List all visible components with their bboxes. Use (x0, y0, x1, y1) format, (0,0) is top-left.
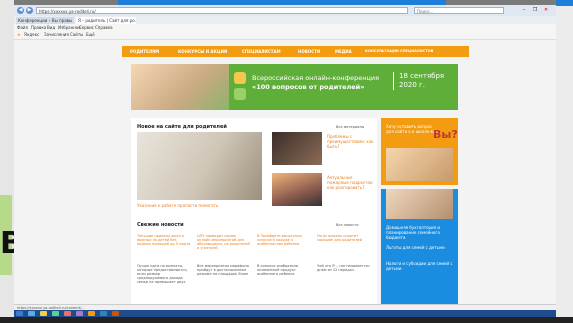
address-toolbar: ◀ ▶ https://xxxxxx.ya-roditeli.ru/ Поиск… (14, 5, 556, 16)
fresh-news-1-title[interactable]: Текущие приказы школ о важных на детей б… (137, 234, 191, 246)
fresh-news-2-text: Все мероприятия марафона пройдут в диста… (197, 264, 249, 276)
menu-edit[interactable]: Правка (31, 24, 46, 31)
app-icon-3[interactable] (76, 311, 83, 316)
fresh-news-4-title[interactable]: На Астрахань спортит хорошее для родител… (317, 234, 371, 242)
nav-contests[interactable]: КОНКУРСЫ И АКЦИИ (178, 46, 227, 57)
side-services: Домашняя бухгалтерия и планирование семе… (381, 189, 458, 304)
bulb-icon (234, 72, 246, 84)
menu-bar: Файл Правка Вид Избранное Сервис Справка (14, 24, 556, 31)
favorites-bar: ★ Яндекс Зачисления Сайты Ещё (14, 31, 556, 40)
fav-yandex[interactable]: Яндекс (24, 31, 39, 39)
main-news-caption[interactable]: Указания к работе пропасти помогать (137, 203, 262, 208)
fav-enroll[interactable]: Зачисления (44, 31, 69, 39)
all-materials-link[interactable]: Все материалы (336, 125, 364, 129)
close-button[interactable]: ✕ (542, 7, 550, 14)
nav-news[interactable]: НОВОСТИ (298, 46, 320, 57)
fav-more[interactable]: Ещё (86, 31, 95, 39)
side-promo-photo (386, 148, 453, 181)
side-promo-text: Хочу оставить вопрос для сайта о в школе… (386, 124, 438, 134)
app-icon-1[interactable] (52, 311, 59, 316)
nav-specialists[interactable]: СПЕЦИАЛИСТАМ (242, 46, 281, 57)
address-field[interactable]: https://xxxxxx.ya-roditeli.ru/ (36, 7, 408, 14)
app-icon-2[interactable] (64, 311, 71, 316)
menu-tools[interactable]: Сервис (79, 24, 94, 31)
star-icon: ★ (17, 32, 21, 37)
nav-media[interactable]: МЕДИА (335, 46, 352, 57)
side-promo-question: Вы? (433, 128, 458, 141)
powerpoint-icon[interactable] (112, 311, 119, 316)
forward-arrow-icon[interactable]: ▶ (26, 7, 33, 14)
word-icon[interactable] (100, 311, 107, 316)
new-section-title: Новое на сайте для родителей (137, 124, 227, 130)
fresh-news-2-title[interactable]: ЦПУ проводит серию онлайн-мероприятий дл… (197, 234, 251, 250)
main-content: Новое на сайте для родителей Все материа… (131, 118, 377, 304)
conference-banner[interactable]: Всероссийская онлайн-конференция «100 во… (131, 64, 458, 110)
browser-search-input[interactable]: Поиск... (414, 7, 504, 14)
news-photo-3[interactable] (272, 173, 322, 206)
fresh-news-3-title[interactable]: В Приобрете выпускных классов в каждое к… (257, 234, 311, 246)
banner-date1: 18 сентября (399, 72, 445, 80)
fresh-news-1-text: Лучше идти на выплаты, которые предостав… (137, 264, 188, 284)
menu-help[interactable]: Справка (95, 24, 113, 31)
slide-right-panel (556, 0, 573, 323)
tab-conferences[interactable]: Конференции – Вы правы ... (16, 17, 74, 24)
nav-parents[interactable]: РОДИТЕЛЯМ (130, 46, 159, 57)
all-news-link[interactable]: Все новости (336, 223, 358, 227)
minimize-button[interactable]: – (520, 7, 528, 14)
banner-date: 18 сентября 2020 г. (393, 72, 457, 90)
family-photo (131, 64, 229, 110)
banner-line1: Всероссийская онлайн-конференция (252, 74, 380, 82)
maximize-button[interactable]: ❐ (531, 7, 539, 14)
side-services-photo (386, 189, 453, 219)
ie-icon[interactable] (28, 311, 35, 316)
slide-bottom-strip (0, 317, 573, 323)
slide-top-right-bar (556, 0, 573, 6)
web-page: РОДИТЕЛЯМ КОНКУРСЫ И АКЦИИ СПЕЦИАЛИСТАМ … (14, 40, 556, 304)
news-main-photo[interactable] (137, 132, 262, 200)
fav-sites[interactable]: Сайты (70, 31, 83, 39)
news-photo-2[interactable] (272, 132, 322, 165)
tab-parents-site[interactable]: Я – родитель | Сайт для ро... (76, 17, 136, 24)
side-promo[interactable]: Хочу оставить вопрос для сайта о в школе… (381, 118, 458, 185)
book-icon (234, 88, 246, 100)
folder-icon[interactable] (40, 311, 47, 316)
menu-view[interactable]: Вид (47, 24, 55, 31)
banner-title: Всероссийская онлайн-конференция «100 во… (252, 74, 412, 92)
banner-date2: 2020 г. (399, 81, 425, 89)
news-item-3-title[interactable]: Актуальные пожарные подросток: как реаги… (327, 175, 375, 190)
taskbar (14, 310, 556, 317)
browser-window: ◀ ▶ https://xxxxxx.ya-roditeli.ru/ Поиск… (14, 5, 556, 317)
nav-consultations[interactable]: КОНСУЛЬТАЦИИ СПЕЦИАЛИСТОВ (365, 46, 433, 57)
side-service-3[interactable]: Налоги и субсидии для семей с детьми (386, 261, 454, 271)
app-icon-4[interactable] (88, 311, 95, 316)
slide-letter: B (0, 226, 23, 261)
news-item-2-title[interactable]: Проблемы с преимуществами: как быть? (327, 134, 375, 149)
side-service-2[interactable]: Льготы для семей с детьми (386, 245, 454, 250)
menu-file[interactable]: Файл (17, 24, 28, 31)
banner-line2: «100 вопросов от родителей» (252, 83, 365, 91)
site-nav: РОДИТЕЛЯМ КОНКУРСЫ И АКЦИИ СПЕЦИАЛИСТАМ … (122, 46, 469, 57)
fresh-news-4-text: Чей это Я – «не называется» днем из 12 п… (317, 264, 370, 272)
side-service-1[interactable]: Домашняя бухгалтерия и планирование семе… (386, 225, 454, 240)
fresh-news-3-text: В конкисе изобразили экзаменный продукт … (257, 264, 299, 276)
start-icon[interactable] (16, 311, 23, 316)
menu-favorites[interactable]: Избранное (58, 24, 81, 31)
fresh-news-title: Свежие новости (137, 222, 184, 228)
back-arrow-icon[interactable]: ◀ (17, 7, 24, 14)
